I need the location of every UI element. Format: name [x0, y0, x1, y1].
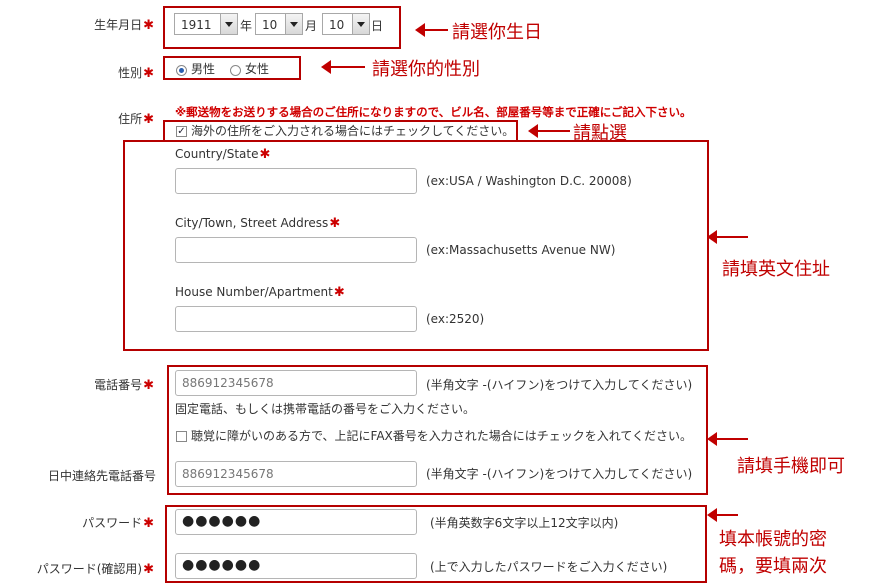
male-radio[interactable]	[176, 65, 187, 76]
birth-year-select[interactable]: 1911	[174, 13, 238, 35]
country-label: Country/State✱	[175, 147, 270, 162]
password-label-text: パスワード	[82, 516, 143, 530]
gender-label-text: 性別	[118, 66, 143, 80]
gender-annotation: 請選你的性別	[372, 59, 480, 80]
birth-year-value: 1911	[181, 18, 212, 32]
required-mark: ✱	[143, 562, 154, 577]
birth-month-select[interactable]: 10	[255, 13, 303, 35]
address-annotation: 請填英文住址	[722, 259, 830, 280]
birthday-annotation: 請選你生日	[452, 22, 542, 43]
fax-checkbox-label[interactable]: 聴覚に障がいのある方で、上記にFAX番号を入力された場合にはチェックを入れてくだ…	[191, 427, 692, 444]
gender-label: 性別✱	[0, 64, 154, 81]
birth-day-value: 10	[329, 18, 345, 32]
year-unit: 年	[240, 19, 253, 33]
password-hint: (半角英数字6文字以上12文字以内)	[430, 516, 619, 530]
birth-month-value: 10	[262, 18, 278, 32]
day-unit: 日	[371, 19, 384, 33]
required-mark: ✱	[259, 147, 271, 162]
country-input[interactable]	[175, 168, 417, 194]
month-unit: 月	[305, 19, 318, 33]
male-label[interactable]: 男性	[191, 60, 215, 77]
arrow-left-icon	[528, 124, 570, 138]
password-confirm-label: パスワード(確認用)✱	[0, 560, 154, 577]
required-mark: ✱	[143, 378, 154, 393]
arrow-left-icon	[707, 230, 748, 244]
female-radio[interactable]	[230, 65, 241, 76]
city-hint: (ex:Massachusetts Avenue NW)	[426, 243, 616, 257]
password-input[interactable]: ●●●●●●	[175, 509, 417, 535]
house-hint: (ex:2520)	[426, 312, 485, 326]
country-hint: (ex:USA / Washington D.C. 20008)	[426, 174, 632, 188]
birth-day-select[interactable]: 10	[322, 13, 370, 35]
city-input[interactable]	[175, 237, 417, 263]
birthday-label: 生年月日✱	[0, 16, 154, 33]
day-phone-hint: (半角文字 -(ハイフン)をつけて入力してください)	[426, 467, 693, 481]
arrow-left-icon	[707, 432, 748, 446]
female-label[interactable]: 女性	[245, 60, 269, 77]
password-confirm-label-text: パスワード(確認用)	[36, 562, 143, 576]
required-mark: ✱	[143, 18, 154, 33]
password-label: パスワード✱	[0, 514, 154, 531]
day-phone-label: 日中連絡先電話番号	[47, 469, 156, 483]
country-label-text: Country/State	[175, 147, 259, 161]
day-phone-input[interactable]: 886912345678	[175, 461, 417, 487]
password-annotation-line1: 填本帳號的密	[719, 529, 827, 550]
required-mark: ✱	[329, 216, 341, 231]
phone-label: 電話番号✱	[0, 376, 154, 393]
arrow-left-icon	[415, 23, 448, 37]
birthday-label-text: 生年月日	[94, 18, 143, 32]
phone-hint: (半角文字 -(ハイフン)をつけて入力してください)	[426, 378, 693, 392]
phone-label-text: 電話番号	[94, 378, 143, 392]
chevron-down-icon	[285, 14, 302, 34]
arrow-left-icon	[707, 508, 738, 522]
chevron-down-icon	[352, 14, 369, 34]
phone-input[interactable]: 886912345678	[175, 370, 417, 396]
required-mark: ✱	[143, 516, 154, 531]
password-annotation-line2: 碼，要填兩次	[719, 556, 827, 577]
arrow-left-icon	[321, 60, 365, 74]
password-confirm-input[interactable]: ●●●●●●	[175, 553, 417, 579]
phone-note: 固定電話、もしくは携帯電話の番号をご入力ください。	[175, 402, 476, 416]
overseas-checkbox-label[interactable]: 海外の住所をご入力される場合にはチェックしてください。	[191, 122, 514, 139]
phone-annotation: 請填手機即可	[737, 456, 845, 477]
city-label-text: City/Town, Street Address	[175, 216, 329, 230]
address-label: 住所✱	[0, 110, 154, 127]
required-mark: ✱	[143, 66, 154, 81]
address-notice: ※郵送物をお送りする場合のご住所になりますので、ビル名、部屋番号等まで正確にご記…	[175, 105, 692, 119]
house-input[interactable]	[175, 306, 417, 332]
house-label: House Number/Apartment✱	[175, 285, 345, 300]
required-mark: ✱	[143, 112, 154, 127]
city-label: City/Town, Street Address✱	[175, 216, 340, 231]
house-label-text: House Number/Apartment	[175, 285, 333, 299]
chevron-down-icon	[220, 14, 237, 34]
overseas-checkbox[interactable]: ✓	[176, 126, 187, 137]
address-label-text: 住所	[118, 112, 143, 126]
password-confirm-hint: (上で入力したパスワードをご入力ください)	[430, 560, 668, 574]
required-mark: ✱	[333, 285, 345, 300]
fax-checkbox[interactable]	[176, 431, 187, 442]
